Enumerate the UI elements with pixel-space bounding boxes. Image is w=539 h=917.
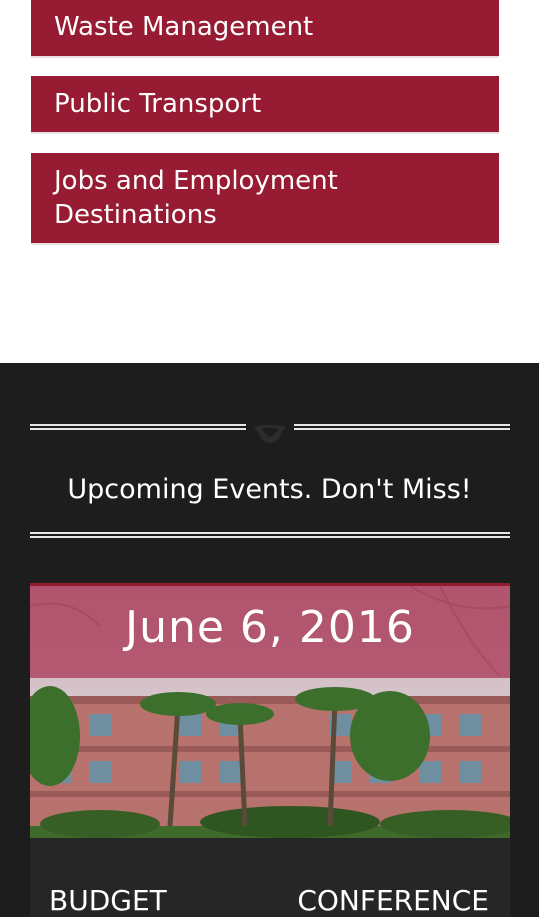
page: Waste Management Public Transport Jobs a… bbox=[0, 0, 539, 917]
event-title-part1[interactable]: BUDGET bbox=[49, 883, 167, 917]
ornament-icon bbox=[254, 425, 286, 443]
event-photo[interactable]: June 6, 2016 bbox=[30, 583, 510, 838]
events-section: Upcoming Events. Don't Miss! June 6, 201… bbox=[0, 363, 539, 917]
divider-right bbox=[294, 424, 510, 430]
public-transport-label: Public Transport bbox=[54, 89, 262, 119]
waste-management-link[interactable]: Waste Management bbox=[31, 0, 499, 58]
event-card[interactable]: June 6, 2016 BUDGET CONFERENCE bbox=[30, 583, 510, 917]
divider-bottom bbox=[30, 532, 510, 538]
event-title-part2[interactable]: CONFERENCE bbox=[297, 883, 489, 917]
public-transport-link[interactable]: Public Transport bbox=[31, 76, 499, 134]
jobs-employment-link[interactable]: Jobs and Employment Destinations bbox=[31, 153, 499, 245]
jobs-employment-label: Jobs and Employment Destinations bbox=[54, 166, 338, 230]
divider-left bbox=[30, 424, 246, 430]
waste-management-label: Waste Management bbox=[54, 12, 314, 42]
date-band: June 6, 2016 bbox=[30, 586, 510, 678]
event-date: June 6, 2016 bbox=[125, 602, 415, 653]
events-heading: Upcoming Events. Don't Miss! bbox=[67, 474, 472, 505]
